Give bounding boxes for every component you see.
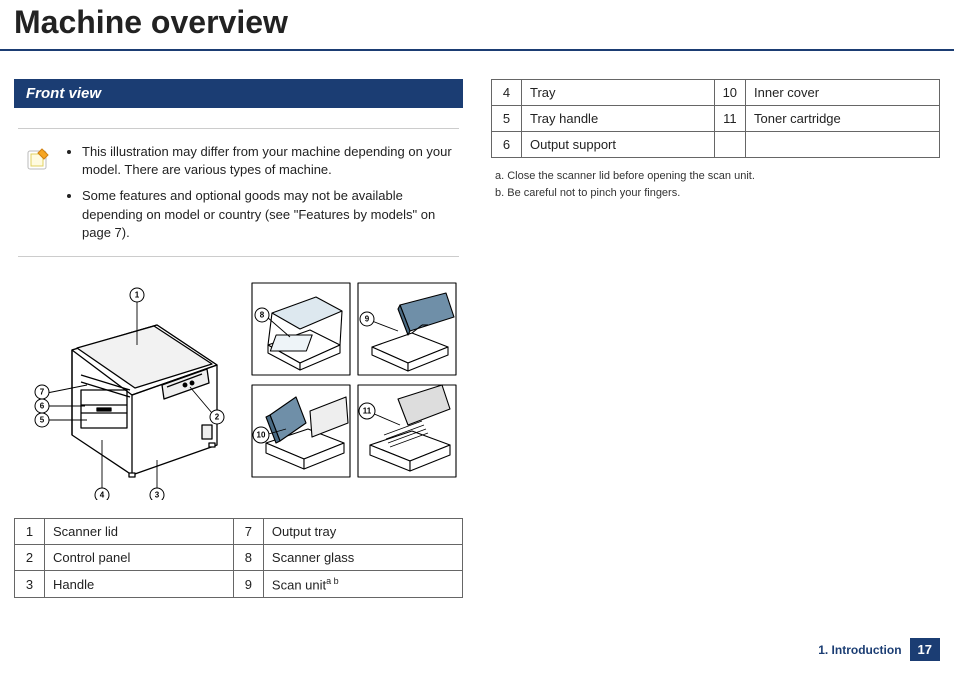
note-item: Some features and optional goods may not… (82, 187, 459, 242)
table-row: 5Tray handle 11Toner cartridge (492, 106, 940, 132)
svg-text:11: 11 (363, 406, 372, 415)
parts-table-left: 1Scanner lid 7Output tray 2Control panel… (14, 518, 463, 598)
chapter-label: 1. Introduction (818, 643, 901, 657)
footnotes: a. Close the scanner lid before opening … (491, 168, 940, 201)
footnote-a: a. Close the scanner lid before opening … (495, 168, 940, 185)
svg-text:7: 7 (40, 387, 45, 396)
note-item: This illustration may differ from your m… (82, 143, 459, 179)
illustration-detail-grid: 8 9 10 11 (250, 275, 460, 485)
page-footer: 1. Introduction 17 (818, 638, 940, 661)
svg-text:10: 10 (257, 430, 266, 439)
table-row: 6Output support (492, 132, 940, 158)
svg-text:1: 1 (135, 290, 140, 299)
svg-text:2: 2 (215, 412, 220, 421)
table-row: 2Control panel 8Scanner glass (15, 544, 463, 570)
note-box: This illustration may differ from your m… (18, 128, 459, 257)
svg-text:6: 6 (40, 401, 45, 410)
parts-table-right: 4Tray 10Inner cover 5Tray handle 11Toner… (491, 79, 940, 158)
illustration-group: 1 2 3 4 5 6 7 (14, 275, 463, 500)
table-row: 4Tray 10Inner cover (492, 80, 940, 106)
svg-text:5: 5 (40, 415, 45, 424)
page-number: 17 (910, 638, 940, 661)
svg-text:8: 8 (260, 310, 265, 319)
table-row: 3Handle 9 Scan unita b (15, 570, 463, 597)
svg-text:9: 9 (365, 314, 370, 323)
svg-text:4: 4 (100, 490, 105, 499)
illustration-printer-main: 1 2 3 4 5 6 7 (17, 275, 242, 500)
section-heading-front-view: Front view (14, 79, 463, 108)
footnote-b: b. Be careful not to pinch your fingers. (495, 185, 940, 202)
note-icon (24, 145, 52, 178)
page-title: Machine overview (0, 0, 954, 51)
table-row: 1Scanner lid 7Output tray (15, 518, 463, 544)
svg-text:3: 3 (155, 490, 160, 499)
